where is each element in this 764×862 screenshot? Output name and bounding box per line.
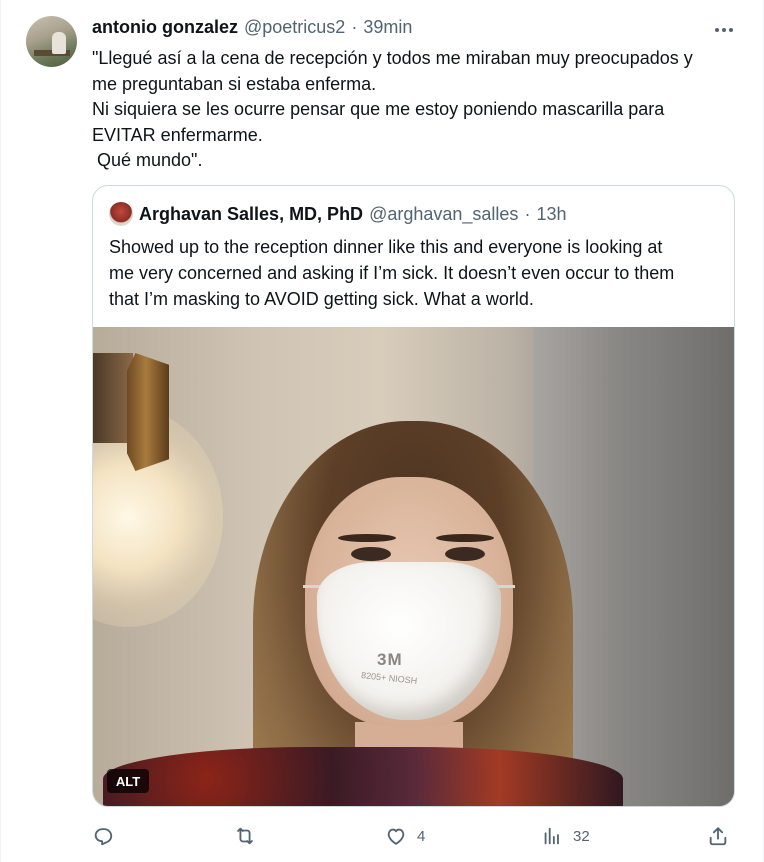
more-dot xyxy=(715,28,719,32)
photo-shirt xyxy=(103,747,623,806)
tweet-text: "Llegué así a la cena de recepción y tod… xyxy=(92,46,742,174)
tweet-time[interactable]: 39min xyxy=(363,17,412,38)
quoted-tweet-text: Showed up to the reception dinner like t… xyxy=(109,234,729,312)
views-button[interactable]: 32 xyxy=(541,818,590,854)
author-name[interactable]: antonio gonzalez xyxy=(92,17,238,38)
photo-eye xyxy=(445,547,485,561)
share-button[interactable] xyxy=(707,818,729,854)
like-count: 4 xyxy=(417,827,426,845)
quoted-tweet-header: Arghavan Salles, MD, PhD @arghavan_salle… xyxy=(109,202,566,226)
header-separator: · xyxy=(351,17,358,37)
views-count: 32 xyxy=(573,827,590,845)
quoted-text-line: me very concerned and asking if I’m sick… xyxy=(109,263,675,283)
author-avatar[interactable] xyxy=(26,16,77,67)
photo-eyebrow xyxy=(436,534,494,542)
more-dot xyxy=(729,28,733,32)
tweet-text-line: Qué mundo". xyxy=(92,150,203,170)
tweet-actions: 4 32 xyxy=(1,818,764,854)
quoted-tweet[interactable]: Arghavan Salles, MD, PhD @arghavan_salle… xyxy=(92,185,735,807)
photo-eyebrow xyxy=(338,534,396,542)
quoted-author-handle[interactable]: @arghavan_salles xyxy=(369,204,518,225)
quoted-author-name[interactable]: Arghavan Salles, MD, PhD xyxy=(139,204,363,225)
photo-eye xyxy=(351,547,391,561)
tweet-header: antonio gonzalez @poetricus2 · 39min xyxy=(92,17,412,41)
author-handle[interactable]: @poetricus2 xyxy=(244,17,345,38)
tweet-text-line: me preguntaban si estaba enferma. xyxy=(92,73,377,94)
more-dot xyxy=(722,28,726,32)
like-button[interactable]: 4 xyxy=(385,818,425,854)
quoted-tweet-photo[interactable]: 3M 8205+ NIOSH ALT xyxy=(93,327,734,806)
tweet-text-line: "Llegué así a la cena de recepción y tod… xyxy=(92,48,693,68)
avatar-person xyxy=(52,32,66,54)
alt-text-badge[interactable]: ALT xyxy=(107,769,149,793)
retweet-icon xyxy=(237,827,253,845)
tweet[interactable]: antonio gonzalez @poetricus2 · 39min "Ll… xyxy=(0,0,764,862)
mask-brand-logo: 3M xyxy=(377,650,403,669)
heart-icon xyxy=(387,828,405,845)
reply-icon xyxy=(94,828,113,846)
reply-button[interactable] xyxy=(92,818,124,854)
quoted-text-line: Showed up to the reception dinner like t… xyxy=(109,237,663,257)
quoted-tweet-time[interactable]: 13h xyxy=(536,204,566,225)
share-icon xyxy=(709,827,727,846)
views-icon xyxy=(544,827,559,845)
quoted-header-separator: · xyxy=(524,203,531,224)
photo-lamp xyxy=(127,353,169,471)
retweet-button[interactable] xyxy=(234,818,266,854)
quoted-author-avatar[interactable] xyxy=(109,202,133,226)
quoted-text-line: that I’m masking to AVOID getting sick. … xyxy=(109,289,534,309)
tweet-text-line: Ni siquiera se les ocurre pensar que me … xyxy=(92,99,665,119)
tweet-text-line: EVITAR enfermarme. xyxy=(92,124,263,145)
more-options-icon[interactable] xyxy=(709,20,739,40)
